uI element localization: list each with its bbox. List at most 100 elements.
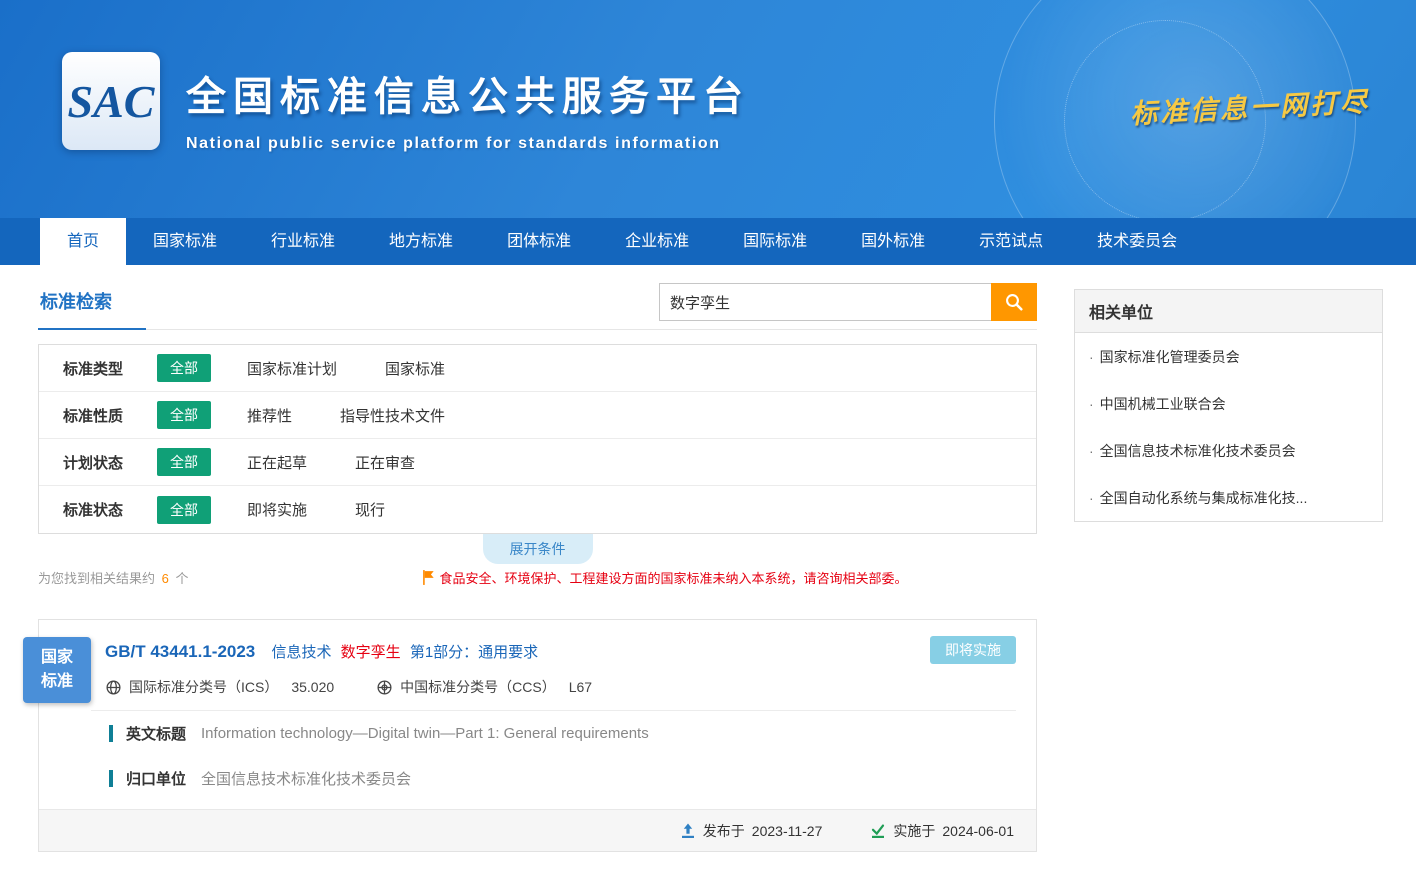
- sidebar-item-machinery-federation[interactable]: ·中国机械工业联合会: [1075, 380, 1382, 427]
- main-content: 标准检索 标准类型: [0, 265, 1416, 882]
- page: SAC 全国标准信息公共服务平台 National public service…: [0, 0, 1416, 882]
- filter-label: 计划状态: [63, 452, 157, 473]
- filter-option[interactable]: 国家标准: [385, 358, 445, 379]
- expand-conditions-button[interactable]: 展开条件: [483, 534, 593, 564]
- expand-row: 展开条件: [38, 534, 1037, 562]
- teal-bar-icon: [109, 725, 113, 742]
- filter-all-button[interactable]: 全部: [157, 448, 211, 476]
- filter-option[interactable]: 国家标准计划: [247, 358, 337, 379]
- result-count: 为您找到相关结果约 6 个: [38, 568, 189, 587]
- filter-option[interactable]: 指导性技术文件: [340, 405, 445, 426]
- nav-item-national-standards[interactable]: 国家标准: [126, 218, 244, 265]
- badge-line1: 国家: [41, 646, 73, 670]
- flag-icon: [422, 570, 435, 585]
- main-nav: 首页 国家标准 行业标准 地方标准 团体标准 企业标准 国际标准 国外标准 示范…: [0, 218, 1416, 265]
- detail-label: 英文标题: [126, 723, 186, 744]
- filter-option[interactable]: 正在审查: [355, 452, 415, 473]
- filter-all-button[interactable]: 全部: [157, 496, 211, 524]
- sidebar-item-sac[interactable]: ·国家标准化管理委员会: [1075, 333, 1382, 380]
- site-title-block: 全国标准信息公共服务平台 National public service pla…: [186, 64, 750, 153]
- nav-item-home[interactable]: 首页: [40, 218, 126, 265]
- related-units-panel: 相关单位 ·国家标准化管理委员会 ·中国机械工业联合会 ·全国信息技术标准化技术…: [1074, 289, 1383, 522]
- filter-option[interactable]: 现行: [355, 499, 385, 520]
- publish-icon: [680, 823, 696, 839]
- bullet-icon: ·: [1089, 349, 1094, 365]
- sac-logo-text: SAC: [68, 75, 155, 128]
- result-count-prefix: 为您找到相关结果约: [38, 571, 155, 586]
- classification-row: 国际标准分类号（ICS） 35.020 中国标准分类号（CC: [39, 662, 1036, 710]
- filter-row-standard-status: 标准状态 全部 即将实施 现行: [39, 486, 1036, 533]
- ics-classification: 国际标准分类号（ICS） 35.020: [105, 677, 334, 697]
- filter-label: 标准类型: [63, 358, 157, 379]
- teal-bar-icon: [109, 770, 113, 787]
- nav-item-local-standards[interactable]: 地方标准: [362, 218, 480, 265]
- search-input[interactable]: [659, 283, 991, 321]
- standard-type-badge: 国家 标准: [23, 637, 91, 703]
- implemented-label: 实施于: [893, 821, 935, 841]
- detail-label: 归口单位: [126, 768, 186, 789]
- result-count-suffix: 个: [176, 571, 189, 586]
- bullet-icon: ·: [1089, 396, 1094, 412]
- search-section-bar: 标准检索: [38, 283, 1037, 330]
- sac-logo: SAC: [62, 52, 160, 150]
- nav-item-industry-standards[interactable]: 行业标准: [244, 218, 362, 265]
- nav-item-pilot[interactable]: 示范试点: [952, 218, 1070, 265]
- search-group: [659, 283, 1037, 321]
- site-header: SAC 全国标准信息公共服务平台 National public service…: [0, 0, 1416, 218]
- standard-card: 国家 标准 即将实施 GB/T 43441.1-2023 信息技术 数字孪生 第…: [38, 619, 1037, 852]
- site-title: 全国标准信息公共服务平台: [186, 64, 750, 122]
- standard-title-link[interactable]: GB/T 43441.1-2023 信息技术 数字孪生 第1部分：通用要求: [39, 620, 1036, 662]
- sidebar-item-it-standards-committee[interactable]: ·全国信息技术标准化技术委员会: [1075, 427, 1382, 474]
- filter-row-standard-type: 标准类型 全部 国家标准计划 国家标准: [39, 345, 1036, 392]
- published-label: 发布于: [703, 821, 745, 841]
- result-count-number: 6: [162, 571, 169, 586]
- published-date: 2023-11-27: [752, 823, 823, 839]
- filter-all-button[interactable]: 全部: [157, 401, 211, 429]
- standard-title-highlight[interactable]: 数字孪生: [341, 644, 401, 661]
- site-subtitle: National public service platform for sta…: [186, 135, 750, 153]
- search-button[interactable]: [991, 283, 1037, 321]
- implemented-date-item: 实施于 2024-06-01: [870, 821, 1014, 841]
- filter-all-button[interactable]: 全部: [157, 354, 211, 382]
- filter-option[interactable]: 即将实施: [247, 499, 307, 520]
- implemented-date: 2024-06-01: [942, 823, 1014, 839]
- nav-item-international-standards[interactable]: 国际标准: [716, 218, 834, 265]
- filter-box: 标准类型 全部 国家标准计划 国家标准 标准性质 全部 推荐性 指导性技术文件 …: [38, 344, 1037, 534]
- search-icon: [1004, 292, 1024, 312]
- nav-item-foreign-standards[interactable]: 国外标准: [834, 218, 952, 265]
- detail-value: 全国信息技术标准化技术委员会: [201, 768, 411, 789]
- filter-row-standard-nature: 标准性质 全部 推荐性 指导性技术文件: [39, 392, 1036, 439]
- globe-icon: [105, 679, 122, 696]
- related-units-title: 相关单位: [1075, 290, 1382, 333]
- bullet-icon: ·: [1089, 443, 1094, 459]
- nav-item-technical-committees[interactable]: 技术委员会: [1070, 218, 1204, 265]
- badge-line2: 标准: [41, 670, 73, 694]
- check-icon: [870, 823, 886, 839]
- filter-option[interactable]: 正在起草: [247, 452, 307, 473]
- nav-item-enterprise-standards[interactable]: 企业标准: [598, 218, 716, 265]
- status-badge: 即将实施: [930, 636, 1016, 664]
- detail-value: Information technology—Digital twin—Part…: [201, 725, 649, 742]
- ccs-classification: 中国标准分类号（CCS） L67: [376, 677, 592, 697]
- detail-row-english-title: 英文标题 Information technology—Digital twin…: [39, 711, 1036, 756]
- ics-value: 35.020: [291, 679, 334, 695]
- filter-option[interactable]: 推荐性: [247, 405, 292, 426]
- detail-row-committee: 归口单位 全国信息技术标准化技术委员会: [39, 756, 1036, 801]
- sidebar-item-automation-committee[interactable]: ·全国自动化系统与集成标准化技...: [1075, 474, 1382, 521]
- filter-row-plan-status: 计划状态 全部 正在起草 正在审查: [39, 439, 1036, 486]
- left-column: 标准检索 标准类型: [38, 265, 1037, 852]
- nav-item-group-standards[interactable]: 团体标准: [480, 218, 598, 265]
- standard-title-part2[interactable]: 第1部分：通用要求: [410, 644, 538, 661]
- result-info-row: 为您找到相关结果约 6 个 食品安全、环境保护、工程建设方面的国家标准未纳入本系…: [38, 568, 1037, 587]
- header-slogan: 标准信息一网打尽: [1129, 80, 1371, 132]
- filter-label: 标准状态: [63, 499, 157, 520]
- notice: 食品安全、环境保护、工程建设方面的国家标准未纳入本系统，请咨询相关部委。: [422, 568, 908, 587]
- filter-label: 标准性质: [63, 405, 157, 426]
- ics-label: 国际标准分类号（ICS）: [129, 677, 278, 697]
- ccs-value: L67: [569, 679, 592, 695]
- published-date-item: 发布于 2023-11-27: [680, 821, 823, 841]
- bullet-icon: ·: [1089, 490, 1094, 506]
- standard-code[interactable]: GB/T 43441.1-2023: [105, 642, 255, 661]
- standard-title-part1[interactable]: 信息技术: [271, 644, 331, 661]
- compass-icon: [376, 679, 393, 696]
